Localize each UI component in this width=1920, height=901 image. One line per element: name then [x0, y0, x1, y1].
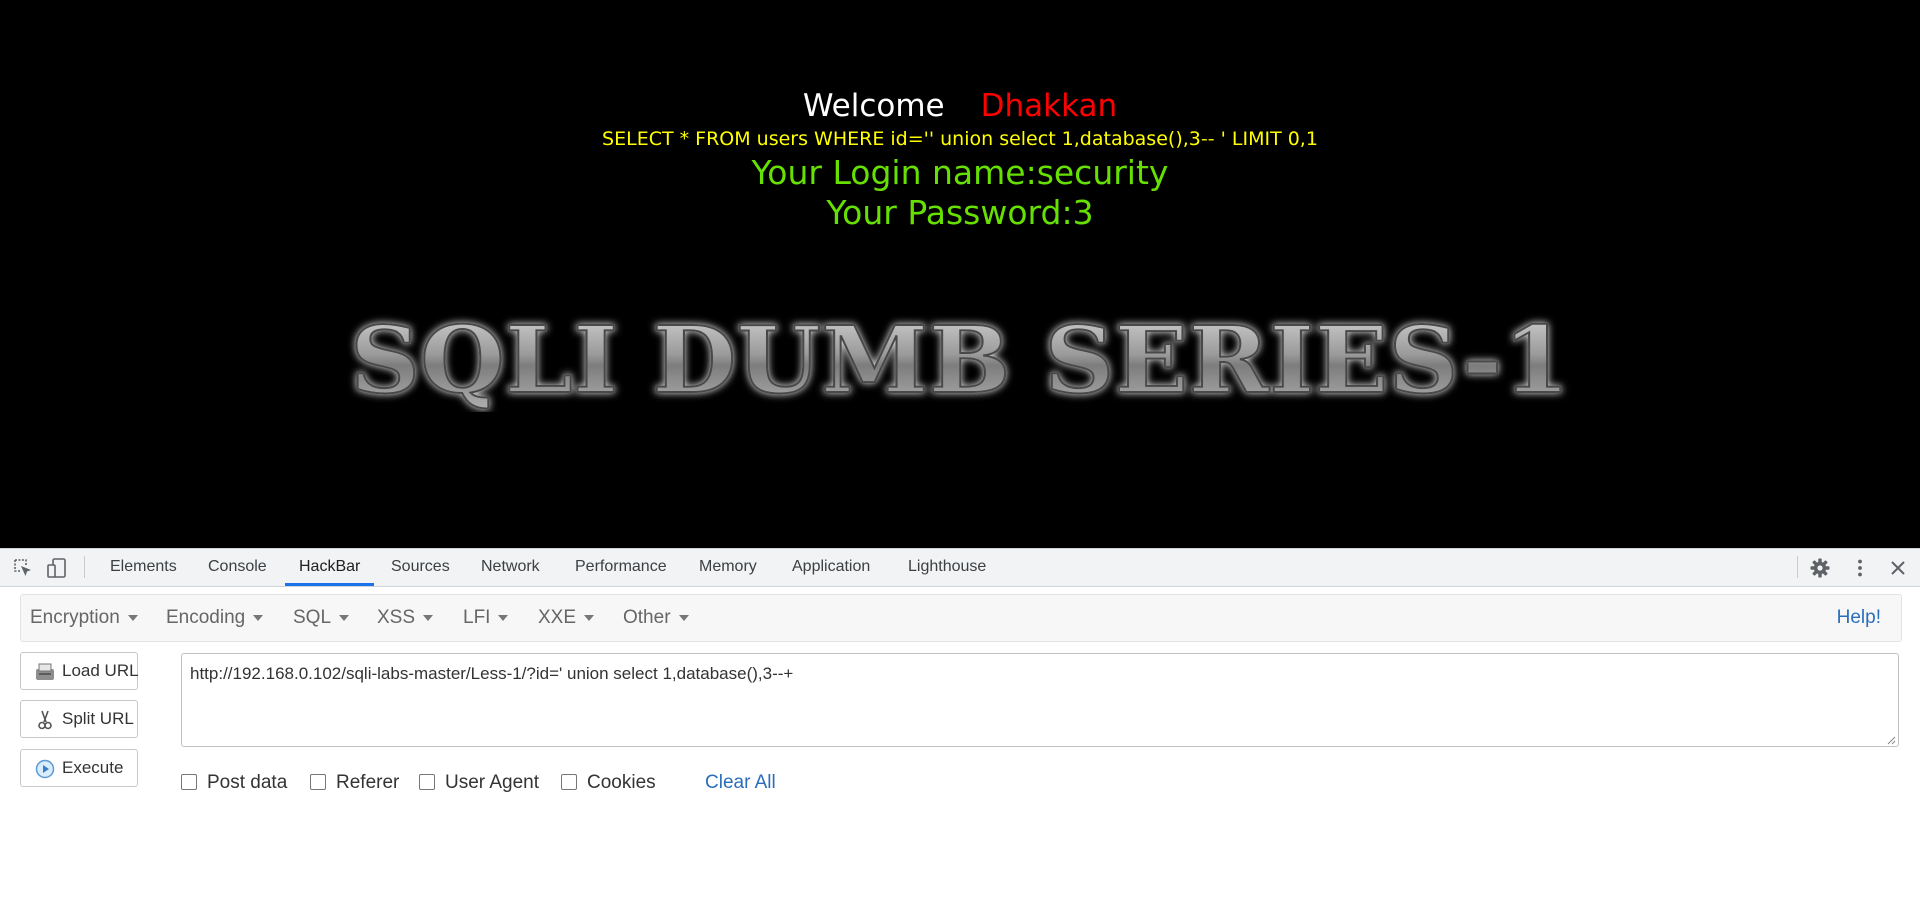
user-agent-label: User Agent	[445, 772, 539, 793]
page-viewport: Welcome Dhakkan SELECT * FROM users WHERE…	[0, 0, 1920, 548]
caret-down-icon	[423, 614, 434, 621]
split-url-button[interactable]: Split URL	[20, 700, 138, 738]
sqli-dumb-series-banner: SQLI DUMB SERIES-1	[349, 308, 1571, 412]
tab-application[interactable]: Application	[792, 549, 870, 585]
tab-elements[interactable]: Elements	[110, 549, 177, 585]
tab-performance[interactable]: Performance	[575, 549, 667, 585]
tab-sources[interactable]: Sources	[391, 549, 450, 585]
menu-xss[interactable]: XSS	[377, 595, 434, 641]
tabbar-divider	[84, 556, 85, 578]
sql-query-text: SELECT * FROM users WHERE id='' union se…	[0, 126, 1920, 152]
referer-label: Referer	[336, 772, 400, 793]
scissors-icon	[38, 710, 52, 730]
help-link[interactable]: Help!	[1837, 595, 1881, 641]
load-url-label: Load URL	[62, 661, 139, 680]
execute-label: Execute	[62, 758, 124, 777]
caret-down-icon	[127, 614, 138, 621]
tabbar-divider	[1797, 556, 1798, 578]
login-name-text: Your Login name:security	[751, 153, 1169, 192]
settings-gear-icon[interactable]	[1809, 557, 1831, 579]
username-text: Dhakkan	[980, 88, 1118, 124]
menu-encoding[interactable]: Encoding	[166, 595, 264, 641]
play-icon	[35, 759, 55, 779]
clear-all-link[interactable]: Clear All	[705, 771, 776, 795]
close-devtools-icon[interactable]	[1887, 557, 1909, 579]
load-url-icon	[36, 663, 54, 680]
banner-title: SQLI DUMB SERIES-1	[350, 308, 1570, 412]
devtools-tabbar: Elements Console HackBar Sources Network…	[0, 549, 1920, 587]
caret-down-icon	[253, 614, 264, 621]
referer-option[interactable]: Referer	[310, 771, 399, 795]
split-url-label: Split URL	[62, 709, 134, 728]
query-main: SELECT * FROM users WHERE id='' union se…	[602, 128, 1201, 150]
post-data-option[interactable]: Post data	[181, 771, 287, 795]
more-options-icon[interactable]	[1849, 557, 1871, 579]
hackbar-menubar: Encryption Encoding SQL XSS LFI XXE Othe…	[20, 594, 1902, 642]
caret-down-icon	[584, 614, 595, 621]
load-url-button[interactable]: Load URL	[20, 652, 139, 690]
password-text: Your Password:3	[826, 193, 1094, 232]
post-data-checkbox[interactable]	[181, 774, 197, 790]
devtools-panel: Elements Console HackBar Sources Network…	[0, 548, 1920, 901]
resize-handle-icon[interactable]	[1886, 735, 1896, 745]
cookies-label: Cookies	[587, 772, 656, 793]
menu-xxe[interactable]: XXE	[538, 595, 595, 641]
cookies-option[interactable]: Cookies	[561, 771, 656, 795]
menu-other[interactable]: Other	[623, 595, 689, 641]
url-textarea[interactable]: http://192.168.0.102/sqli-labs-master/Le…	[181, 653, 1899, 747]
tab-console[interactable]: Console	[208, 549, 267, 585]
tab-network[interactable]: Network	[481, 549, 540, 585]
user-agent-option[interactable]: User Agent	[419, 771, 539, 795]
inspect-element-icon[interactable]	[12, 557, 34, 579]
caret-down-icon	[498, 614, 509, 621]
tab-hackbar[interactable]: HackBar	[284, 549, 375, 586]
device-toolbar-icon[interactable]	[46, 557, 68, 579]
caret-down-icon	[678, 614, 689, 621]
caret-down-icon	[339, 614, 350, 621]
query-comment-dashes: --	[1200, 128, 1215, 150]
cookies-checkbox[interactable]	[561, 774, 577, 790]
execute-button[interactable]: Execute	[20, 749, 138, 787]
tab-memory[interactable]: Memory	[699, 549, 757, 585]
menu-sql[interactable]: SQL	[293, 595, 350, 641]
welcome-text: Welcome	[802, 88, 945, 124]
referer-checkbox[interactable]	[310, 774, 326, 790]
welcome-line: Welcome Dhakkan	[0, 86, 1920, 126]
menu-lfi[interactable]: LFI	[463, 595, 509, 641]
menu-encryption[interactable]: Encryption	[30, 595, 138, 641]
user-agent-checkbox[interactable]	[419, 774, 435, 790]
tab-lighthouse[interactable]: Lighthouse	[908, 549, 986, 585]
post-data-label: Post data	[207, 772, 288, 793]
query-tail: ' LIMIT 0,1	[1214, 128, 1318, 150]
